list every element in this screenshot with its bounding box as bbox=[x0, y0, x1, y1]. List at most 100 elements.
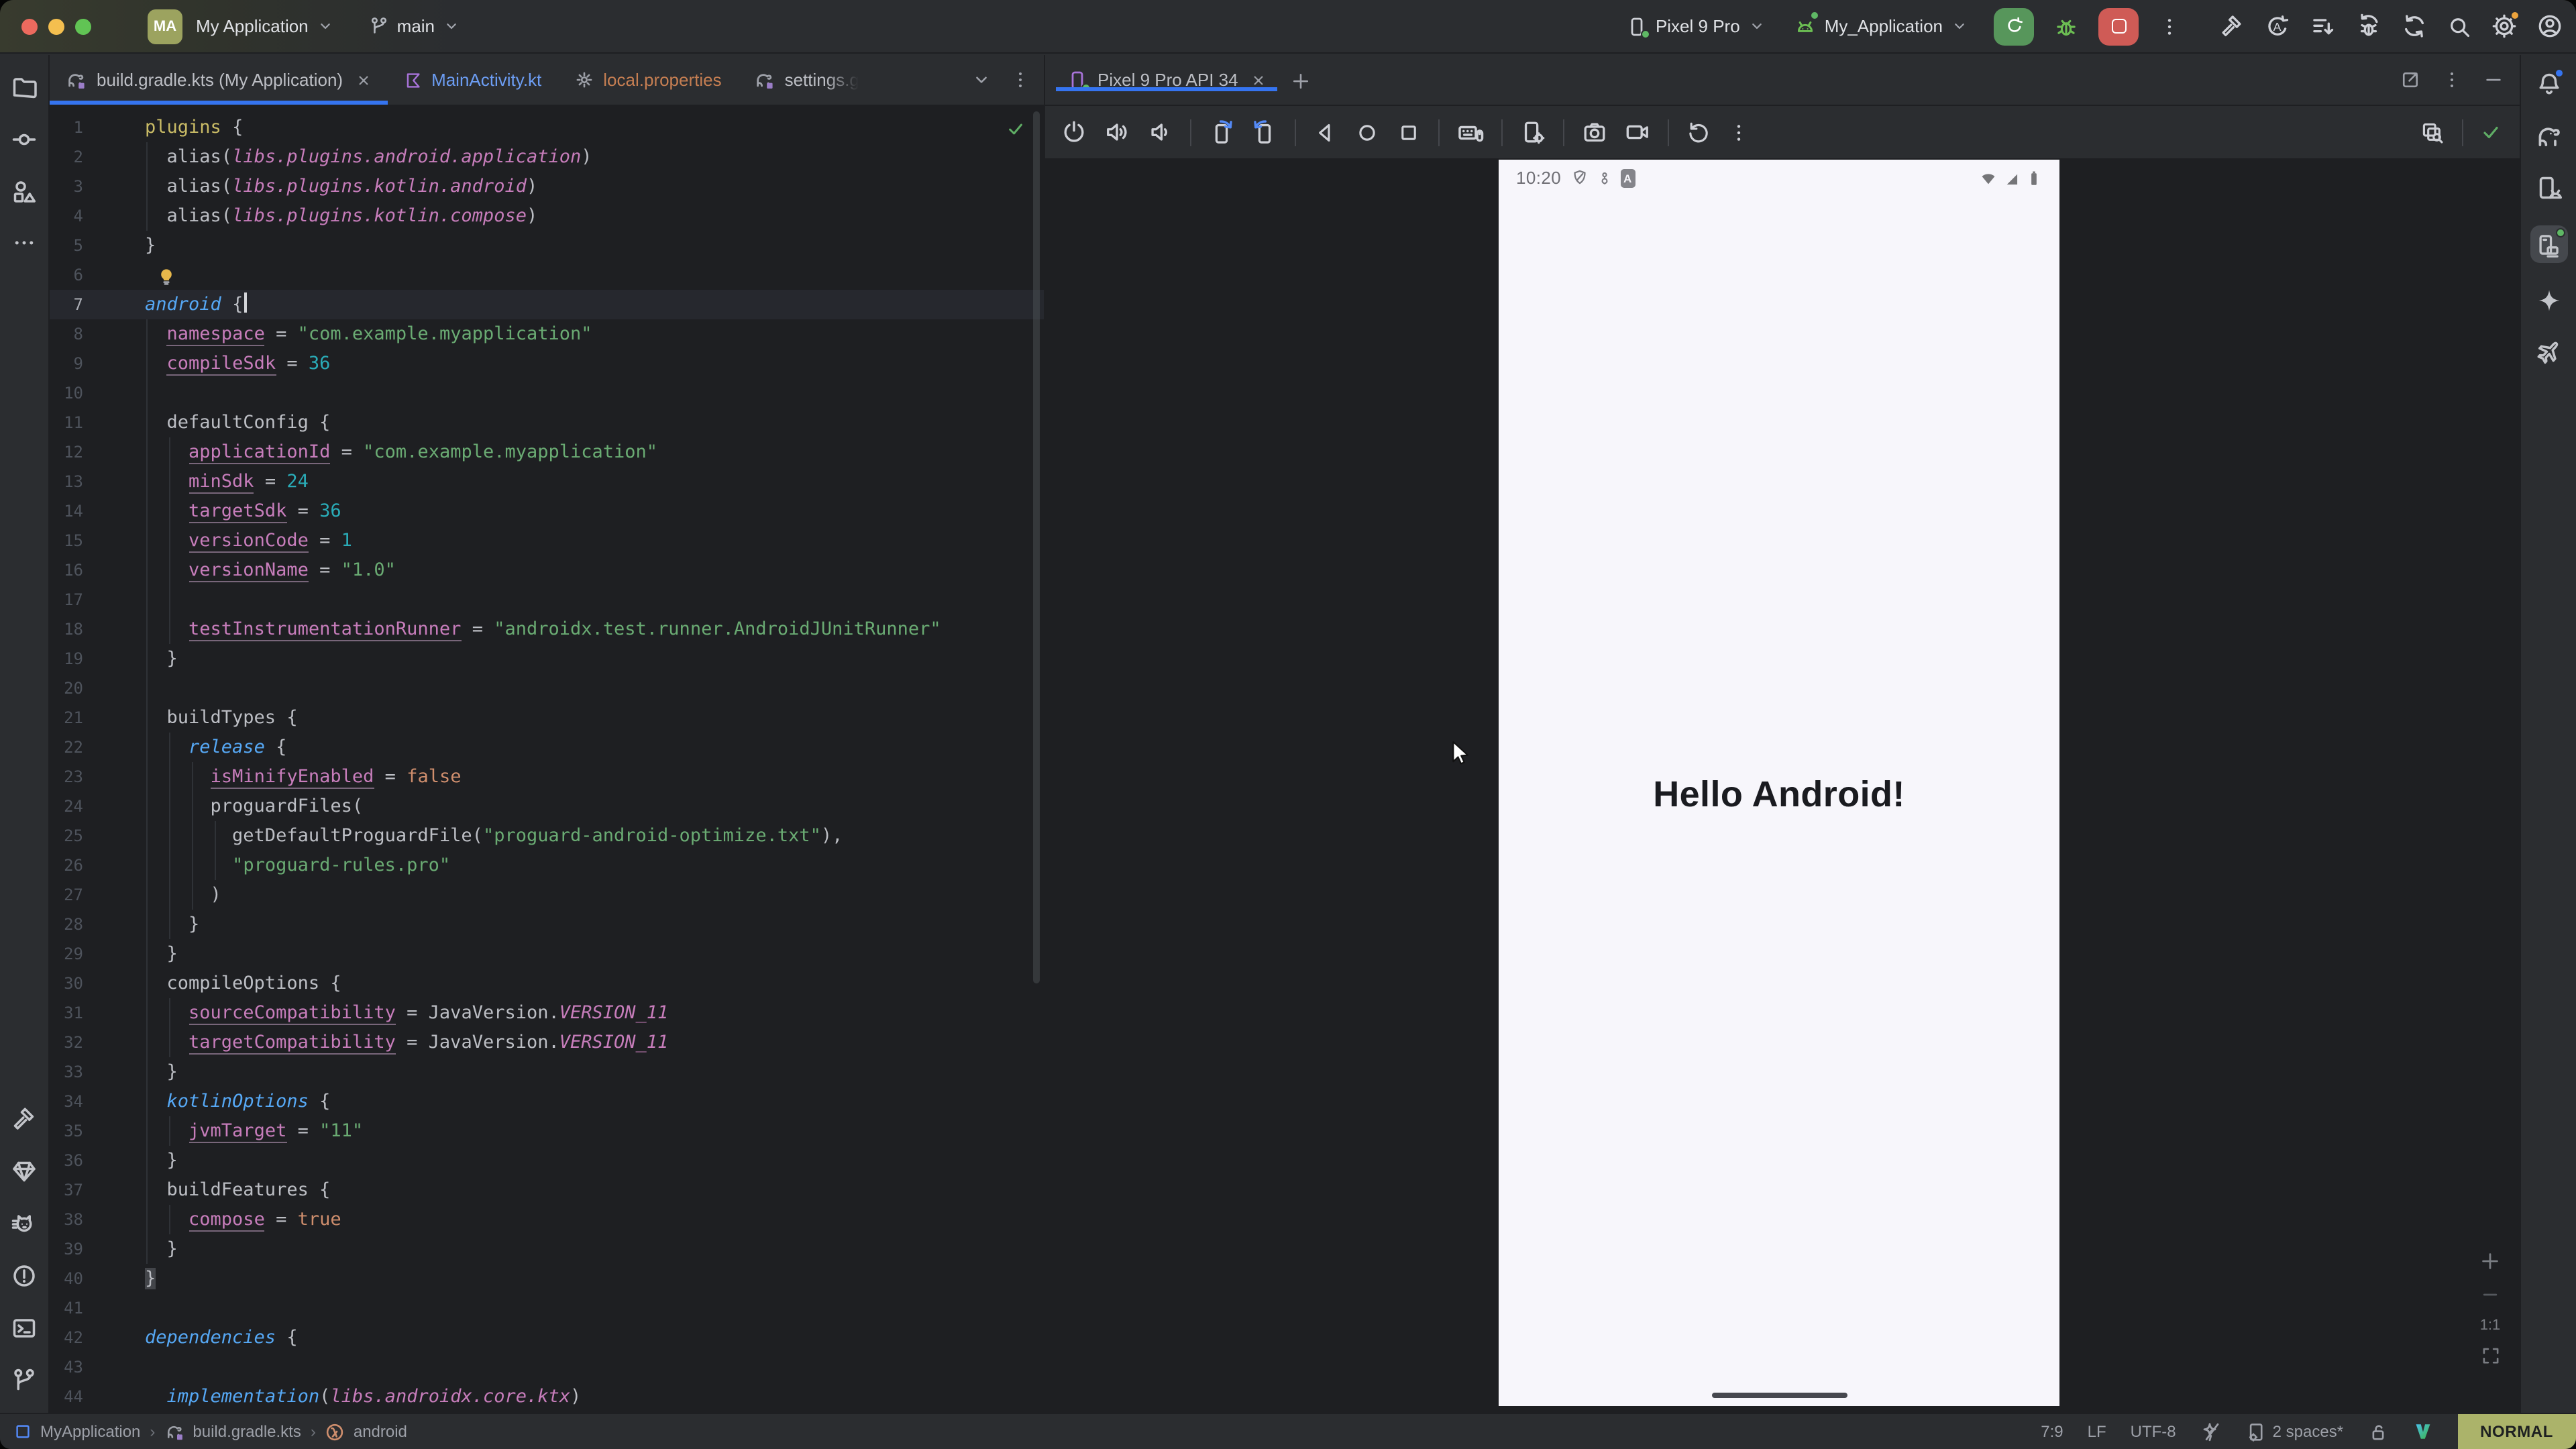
line-number[interactable]: 6 bbox=[50, 260, 83, 290]
line-number[interactable]: 19 bbox=[50, 644, 83, 674]
toolwindow-commit-button[interactable] bbox=[11, 126, 38, 153]
rotate-right-icon[interactable] bbox=[1252, 119, 1277, 145]
toolwindow-device-manager-button[interactable] bbox=[2535, 174, 2562, 201]
toolwindow-gradle-button[interactable] bbox=[2534, 122, 2563, 150]
toolwindow-running-devices-button[interactable] bbox=[2530, 225, 2567, 263]
line-number[interactable]: 22 bbox=[50, 733, 83, 762]
line-number[interactable]: 42 bbox=[50, 1323, 83, 1352]
line-number[interactable]: 34 bbox=[50, 1087, 83, 1116]
code-line[interactable]: 41 bbox=[50, 1293, 1044, 1323]
toolwindow-version-control-button[interactable] bbox=[11, 1367, 38, 1394]
code-line[interactable]: 12 applicationId = "com.example.myapplic… bbox=[50, 437, 1044, 467]
line-number[interactable]: 12 bbox=[50, 437, 83, 467]
line-number[interactable]: 20 bbox=[50, 674, 83, 703]
notifications-button[interactable] bbox=[2535, 71, 2562, 98]
line-number[interactable]: 11 bbox=[50, 408, 83, 437]
code-line[interactable]: 13 minSdk = 24 bbox=[50, 467, 1044, 496]
code-line[interactable]: 24 proguardFiles( bbox=[50, 792, 1044, 821]
panel-options-kebab-icon[interactable] bbox=[2442, 70, 2462, 90]
editor-scrollbar[interactable] bbox=[1033, 111, 1040, 983]
profile-button[interactable] bbox=[2537, 13, 2563, 39]
gesture-home-indicator[interactable] bbox=[1711, 1393, 1847, 1398]
code-line[interactable]: 21 buildTypes { bbox=[50, 703, 1044, 733]
device-more-kebab-icon[interactable] bbox=[1728, 121, 1750, 143]
apply-code-changes-button[interactable] bbox=[2310, 13, 2336, 39]
line-number[interactable]: 7 bbox=[50, 290, 83, 319]
code-line[interactable]: 19 } bbox=[50, 644, 1044, 674]
line-number[interactable]: 39 bbox=[50, 1234, 83, 1264]
readonly-toggle[interactable] bbox=[2367, 1421, 2387, 1442]
android-home-icon[interactable] bbox=[1355, 120, 1379, 144]
line-number[interactable]: 17 bbox=[50, 585, 83, 614]
fit-to-window-icon[interactable] bbox=[2480, 1346, 2500, 1366]
line-number[interactable]: 9 bbox=[50, 349, 83, 378]
screen-record-icon[interactable] bbox=[1625, 119, 1650, 145]
line-number[interactable]: 28 bbox=[50, 910, 83, 939]
tab-build-gradle[interactable]: build.gradle.kts (My Application) bbox=[50, 55, 387, 105]
code-line[interactable]: 1plugins { bbox=[50, 113, 1044, 142]
line-number[interactable]: 3 bbox=[50, 172, 83, 201]
line-number[interactable]: 25 bbox=[50, 821, 83, 851]
line-number[interactable]: 29 bbox=[50, 939, 83, 969]
line-number[interactable]: 15 bbox=[50, 526, 83, 555]
power-button-icon[interactable] bbox=[1061, 119, 1087, 145]
code-line[interactable]: 35 jvmTarget = "11" bbox=[50, 1116, 1044, 1146]
window-close-button[interactable] bbox=[21, 18, 38, 34]
stop-button[interactable] bbox=[2098, 7, 2139, 45]
more-toolwindows-button[interactable] bbox=[12, 231, 36, 255]
rerun-app-button[interactable] bbox=[1994, 7, 2034, 45]
window-minimize-button[interactable] bbox=[48, 18, 64, 34]
line-number[interactable]: 26 bbox=[50, 851, 83, 880]
code-line[interactable]: 3 alias(libs.plugins.kotlin.android) bbox=[50, 172, 1044, 201]
code-line[interactable]: 8 namespace = "com.example.myapplication… bbox=[50, 319, 1044, 349]
inspections-ok-check-icon[interactable] bbox=[1006, 117, 1025, 141]
toolwindow-gemini-button[interactable] bbox=[2535, 287, 2562, 314]
attach-debugger-button[interactable] bbox=[2356, 13, 2381, 39]
encoding-widget[interactable]: UTF-8 bbox=[2131, 1422, 2176, 1441]
line-number[interactable]: 8 bbox=[50, 319, 83, 349]
tab-local-properties[interactable]: local.properties bbox=[557, 55, 737, 105]
toolwindow-assistant-button[interactable] bbox=[2535, 338, 2562, 365]
add-device-tab-button[interactable] bbox=[1291, 69, 1311, 91]
zoom-out-icon[interactable] bbox=[2479, 1284, 2501, 1305]
line-number[interactable]: 23 bbox=[50, 762, 83, 792]
code-line[interactable]: 29 } bbox=[50, 939, 1044, 969]
gradle-sync-button[interactable] bbox=[2402, 13, 2427, 39]
code-line[interactable]: 44 implementation(libs.androidx.core.ktx… bbox=[50, 1382, 1044, 1411]
code-line[interactable]: 11 defaultConfig { bbox=[50, 408, 1044, 437]
close-icon[interactable] bbox=[355, 72, 371, 88]
device-selector[interactable]: Pixel 9 Pro bbox=[1626, 15, 1766, 37]
code-line[interactable]: 7android { bbox=[50, 290, 1044, 319]
line-number[interactable]: 4 bbox=[50, 201, 83, 231]
code-line[interactable]: 38 compose = true bbox=[50, 1205, 1044, 1234]
hide-panel-icon[interactable] bbox=[2483, 70, 2504, 90]
toolwindow-project-button[interactable] bbox=[11, 74, 38, 101]
line-number[interactable]: 41 bbox=[50, 1293, 83, 1323]
more-run-actions-button[interactable] bbox=[2159, 15, 2180, 37]
code-line[interactable]: 20 bbox=[50, 674, 1044, 703]
vcs-branch-selector[interactable]: main bbox=[369, 16, 460, 36]
code-line[interactable]: 32 targetCompatibility = JavaVersion.VER… bbox=[50, 1028, 1044, 1057]
line-number[interactable]: 18 bbox=[50, 614, 83, 644]
code-line[interactable]: 23 isMinifyEnabled = false bbox=[50, 762, 1044, 792]
code-line[interactable]: 5} bbox=[50, 231, 1044, 260]
device-tab[interactable]: Pixel 9 Pro API 34 bbox=[1056, 69, 1277, 91]
line-number[interactable]: 13 bbox=[50, 467, 83, 496]
code-line[interactable]: 18 testInstrumentationRunner = "androidx… bbox=[50, 614, 1044, 644]
line-number[interactable]: 27 bbox=[50, 880, 83, 910]
code-line[interactable]: 31 sourceCompatibility = JavaVersion.VER… bbox=[50, 998, 1044, 1028]
code-line[interactable]: 6 bbox=[50, 260, 1044, 290]
ui-check-mode-icon[interactable] bbox=[2420, 120, 2445, 144]
rotate-left-icon[interactable] bbox=[1209, 119, 1234, 145]
toolwindow-resource-manager-button[interactable] bbox=[11, 178, 38, 205]
line-number[interactable]: 40 bbox=[50, 1264, 83, 1293]
line-number[interactable]: 31 bbox=[50, 998, 83, 1028]
toolwindow-app-quality-insights-button[interactable] bbox=[11, 1158, 38, 1185]
code-line[interactable]: 26 "proguard-rules.pro" bbox=[50, 851, 1044, 880]
open-in-window-icon[interactable] bbox=[2400, 70, 2420, 90]
vim-mode-badge[interactable]: NORMAL bbox=[2457, 1414, 2576, 1449]
search-everywhere-button[interactable] bbox=[2447, 14, 2471, 38]
code-line[interactable]: 42dependencies { bbox=[50, 1323, 1044, 1352]
volume-up-icon[interactable] bbox=[1104, 119, 1130, 145]
editor-options-kebab-icon[interactable] bbox=[1010, 70, 1030, 90]
